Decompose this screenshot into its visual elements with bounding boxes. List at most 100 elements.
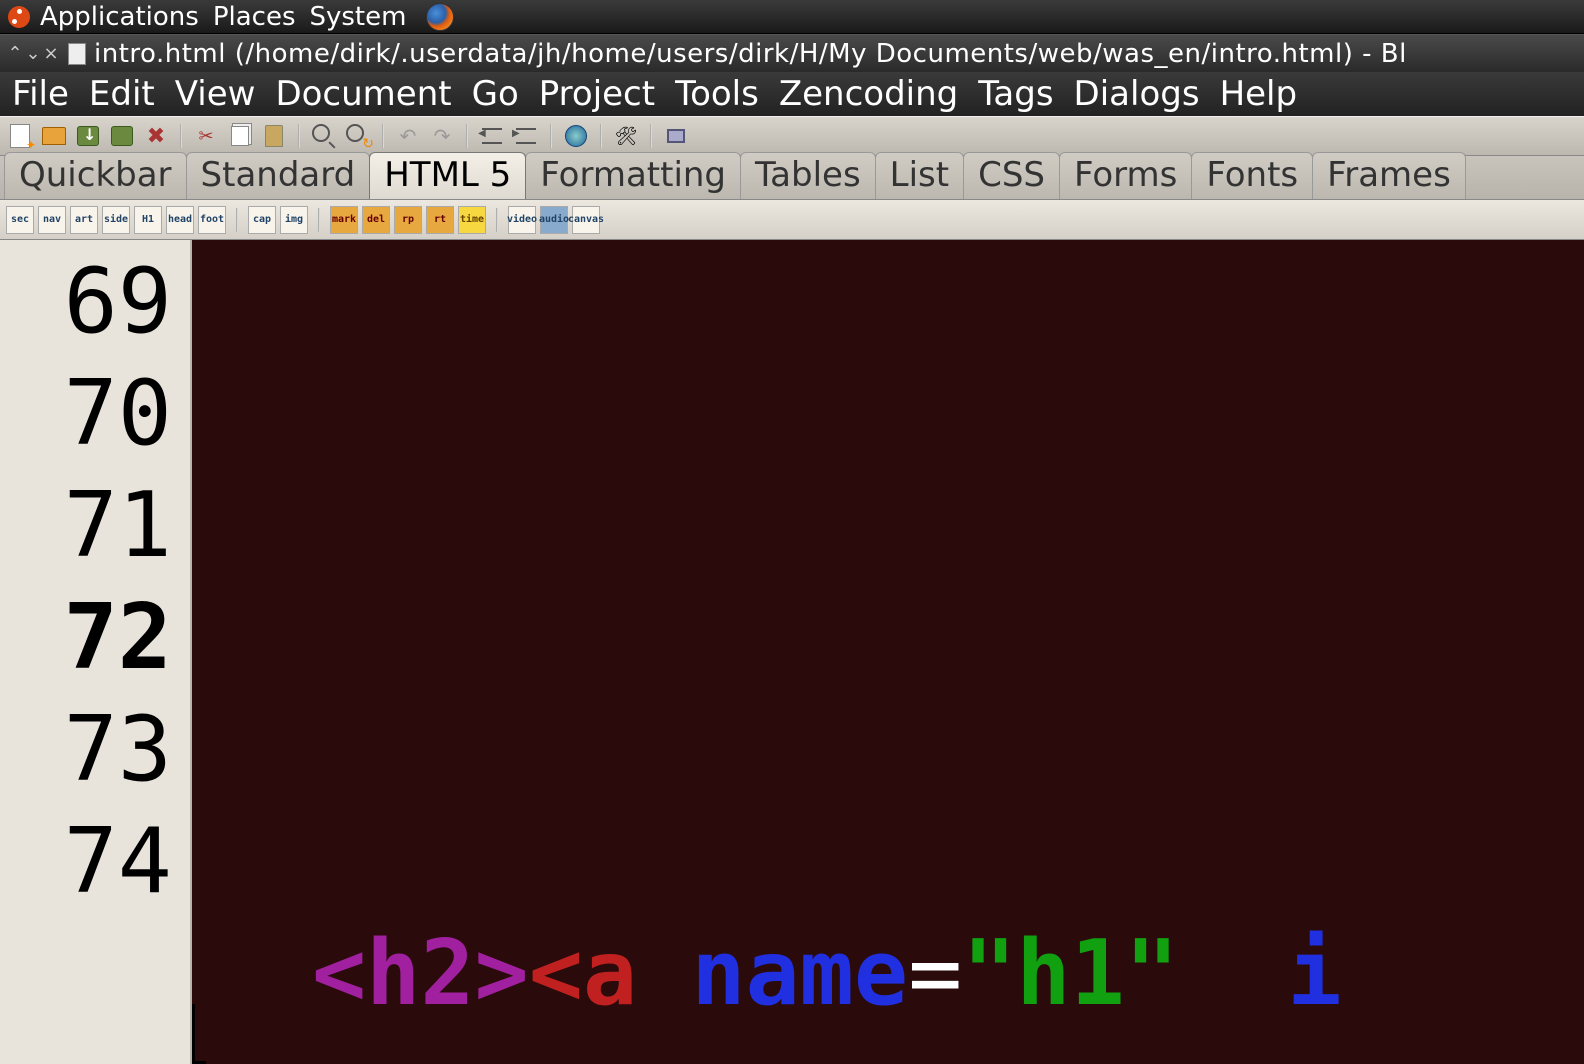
unindent-button[interactable] <box>478 122 506 150</box>
ruby-tag-button[interactable]: del <box>362 206 390 234</box>
line-number: 70 <box>0 358 172 470</box>
save-button[interactable] <box>74 122 102 150</box>
main-toolbar: ✖ ✂ ↶ ↷ 🛠 <box>0 116 1584 156</box>
tab-list[interactable]: List <box>875 152 964 199</box>
toolbar-separator <box>318 208 320 232</box>
tab-html5[interactable]: HTML 5 <box>369 152 526 199</box>
menu-document[interactable]: Document <box>265 74 461 114</box>
find-button[interactable] <box>310 122 338 150</box>
firefox-launcher-icon[interactable] <box>426 3 454 31</box>
panel-menu-applications[interactable]: Applications <box>40 2 199 32</box>
tab-formatting[interactable]: Formatting <box>525 152 741 199</box>
toolbar-separator <box>298 124 300 148</box>
menu-edit[interactable]: Edit <box>79 74 165 114</box>
find-replace-button[interactable] <box>344 122 372 150</box>
tab-frames[interactable]: Frames <box>1312 152 1466 199</box>
save-as-button[interactable] <box>108 122 136 150</box>
line-number: 69 <box>0 246 172 358</box>
ubuntu-logo-icon[interactable] <box>8 6 30 28</box>
close-file-button[interactable]: ✖ <box>142 122 170 150</box>
app-menubar: File Edit View Document Go Project Tools… <box>0 72 1584 116</box>
window-maximize-button[interactable]: ⌄ <box>24 43 42 64</box>
footer-tag-button[interactable]: foot <box>198 206 226 234</box>
hgroup-tag-button[interactable]: H1 <box>134 206 162 234</box>
line-number: 73 <box>0 694 172 806</box>
menu-zencoding[interactable]: Zencoding <box>769 74 968 114</box>
line-number: 74 <box>0 806 172 918</box>
html5-toolbar: sec nav art side H1 head foot cap img ma… <box>0 200 1584 240</box>
mark-tag-button[interactable]: mark <box>330 206 358 234</box>
toolbar-separator <box>180 124 182 148</box>
video-tag-button[interactable]: video <box>508 206 536 234</box>
time-tag-button[interactable]: time <box>458 206 486 234</box>
line-number-gutter: 69 70 71 72 73 74 <box>0 240 192 1064</box>
toolbar-separator <box>496 208 498 232</box>
gnome-top-panel: Applications Places System <box>0 0 1584 34</box>
rt-tag-button[interactable]: rt <box>426 206 454 234</box>
preview-browser-button[interactable] <box>562 122 590 150</box>
toolbar-separator <box>550 124 552 148</box>
syntax-string: "h1" <box>962 921 1179 1026</box>
tab-fonts[interactable]: Fonts <box>1191 152 1313 199</box>
window-minimize-button[interactable]: ⌃ <box>6 43 24 64</box>
fullscreen-button[interactable] <box>662 122 690 150</box>
menu-go[interactable]: Go <box>462 74 529 114</box>
copy-button[interactable] <box>226 122 254 150</box>
tab-standard[interactable]: Standard <box>186 152 371 199</box>
redo-button[interactable]: ↷ <box>428 122 456 150</box>
article-tag-button[interactable]: art <box>70 206 98 234</box>
rp-tag-button[interactable]: rp <box>394 206 422 234</box>
syntax-attr: i <box>1287 921 1341 1026</box>
fold-marker-icon[interactable] <box>192 1004 206 1064</box>
canvas-tag-button[interactable]: canvas <box>572 206 600 234</box>
syntax-eq: = <box>908 921 962 1026</box>
header-tag-button[interactable]: head <box>166 206 194 234</box>
tab-css[interactable]: CSS <box>963 152 1060 199</box>
new-file-button[interactable] <box>6 122 34 150</box>
code-editor[interactable]: 69 70 71 72 73 74 <h2><a name="h1" i con… <box>0 240 1584 1064</box>
toolbar-separator <box>382 124 384 148</box>
window-title-text: intro.html (/home/dirk/.userdata/jh/home… <box>94 39 1407 69</box>
aside-tag-button[interactable]: side <box>102 206 130 234</box>
undo-button[interactable]: ↶ <box>394 122 422 150</box>
menu-project[interactable]: Project <box>529 74 665 114</box>
audio-tag-button[interactable]: audio <box>540 206 568 234</box>
menu-view[interactable]: View <box>165 74 266 114</box>
code-line[interactable]: <h2><a name="h1" i <box>192 918 1584 1030</box>
paste-button[interactable] <box>260 122 288 150</box>
window-titlebar: ⌃ ⌄ × intro.html (/home/dirk/.userdata/j… <box>0 34 1584 72</box>
code-text <box>637 921 691 1026</box>
code-text <box>1179 921 1287 1026</box>
tab-quickbar[interactable]: Quickbar <box>4 152 187 199</box>
syntax-tag: <h2> <box>312 921 529 1026</box>
nav-tag-button[interactable]: nav <box>38 206 66 234</box>
syntax-attr: name <box>691 921 908 1026</box>
syntax-tag: <a <box>529 921 637 1026</box>
figure-tag-button[interactable]: img <box>280 206 308 234</box>
cut-button[interactable]: ✂ <box>192 122 220 150</box>
code-line[interactable] <box>192 470 1584 582</box>
toolbar-separator <box>600 124 602 148</box>
menu-dialogs[interactable]: Dialogs <box>1064 74 1210 114</box>
toolbar-separator <box>466 124 468 148</box>
toolbar-tabs: Quickbar Standard HTML 5 Formatting Tabl… <box>0 156 1584 200</box>
menu-tools[interactable]: Tools <box>665 74 769 114</box>
preferences-button[interactable]: 🛠 <box>612 122 640 150</box>
menu-help[interactable]: Help <box>1210 74 1308 114</box>
panel-menu-system[interactable]: System <box>310 2 407 32</box>
figcaption-tag-button[interactable]: cap <box>248 206 276 234</box>
tab-tables[interactable]: Tables <box>740 152 876 199</box>
code-area[interactable]: <h2><a name="h1" i content management we… <box>192 240 1584 1064</box>
line-number-current: 72 <box>0 582 172 694</box>
menu-tags[interactable]: Tags <box>968 74 1063 114</box>
menu-file[interactable]: File <box>2 74 79 114</box>
toolbar-separator <box>650 124 652 148</box>
panel-menu-places[interactable]: Places <box>213 2 296 32</box>
tab-forms[interactable]: Forms <box>1059 152 1192 199</box>
window-close-button[interactable]: × <box>42 43 60 64</box>
indent-button[interactable] <box>512 122 540 150</box>
toolbar-separator <box>236 208 238 232</box>
open-file-button[interactable] <box>40 122 68 150</box>
line-number: 71 <box>0 470 172 582</box>
section-tag-button[interactable]: sec <box>6 206 34 234</box>
